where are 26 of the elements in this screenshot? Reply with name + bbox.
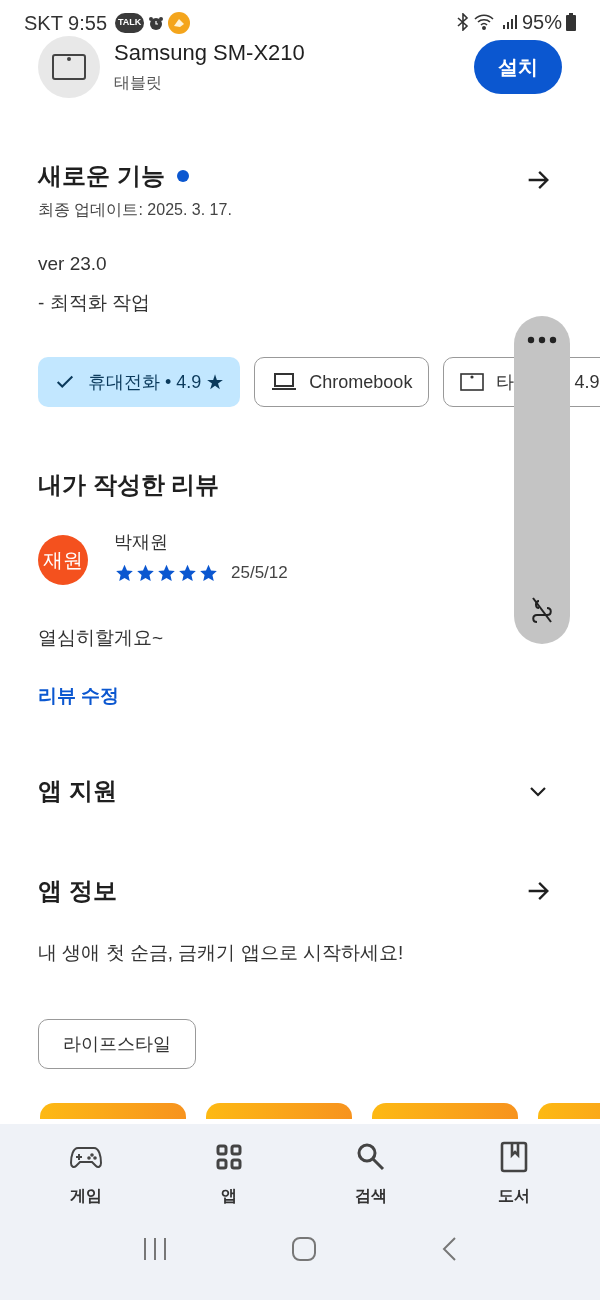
reviewer-name: 박재원 [114, 531, 169, 554]
app-description: 내 생애 첫 순금, 금캐기 앱으로 시작하세요! [37, 940, 405, 965]
review-text: 열심히할게요~ [38, 625, 165, 650]
edit-review-link[interactable]: 리뷰 수정 [38, 682, 120, 711]
bottom-nav-tab[interactable]: 앱 [168, 1140, 289, 1208]
release-note-line: - 최적화 작업 [38, 290, 151, 315]
chat-notification-icon: TALK [115, 13, 145, 33]
update-date: 최종 업데이트: 2025. 3. 17. [38, 200, 232, 220]
device-name: Samsung SM-X210 [114, 39, 305, 67]
section-title: 내가 작성한 리뷰 [38, 471, 220, 498]
bottom-nav-tab[interactable]: 게임 [26, 1140, 147, 1208]
section-title: 새로운 기능 [38, 161, 165, 191]
battery-percent: 95% [521, 12, 562, 32]
device-type: 태블릿 [114, 72, 163, 93]
section-title: 앱 정보 [38, 875, 117, 906]
user-avatar: 재원 [38, 535, 88, 585]
review-date: 25/5/12 [231, 562, 288, 584]
install-button[interactable]: 설치 [474, 40, 562, 94]
category-chip[interactable]: 라이프스타일 [38, 1019, 196, 1069]
bottom-nav-tab[interactable]: 도서 [453, 1140, 574, 1208]
bottom-nav-tab[interactable]: 검색 [311, 1140, 432, 1208]
release-note-line: ver 23.0 [38, 252, 108, 276]
section-title: 앱 지원 [38, 775, 117, 806]
device-filter-chip[interactable]: Chromebook [254, 357, 430, 407]
device-filter-chip[interactable]: 휴대전화 • 4.9 ★ [38, 357, 241, 407]
status-time: SKT 9:55 [24, 13, 108, 33]
